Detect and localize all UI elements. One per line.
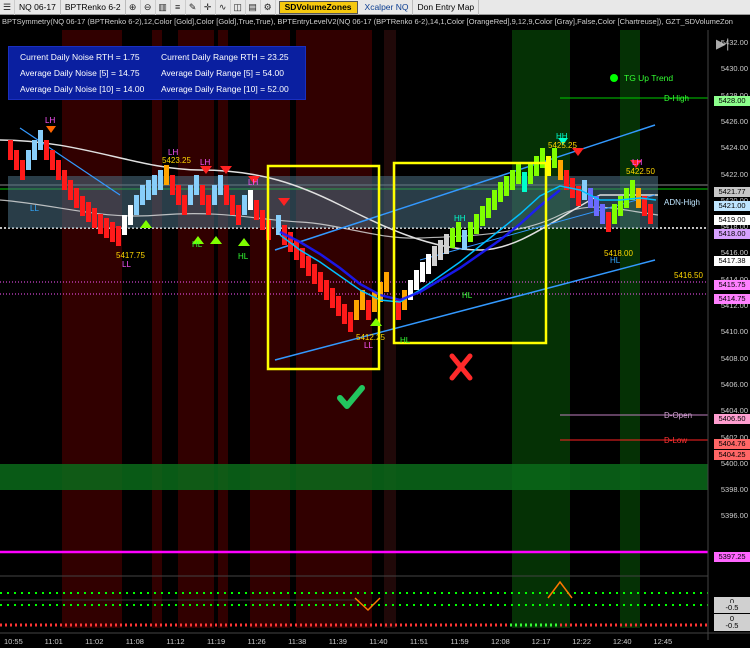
price-axis-label: 5398.00	[720, 485, 748, 495]
time-axis-label: 11:40	[369, 637, 388, 646]
price-5422: 5422.50	[626, 167, 655, 176]
time-axis-label: 12:45	[653, 637, 673, 646]
time-axis-label: 12:22	[572, 637, 592, 646]
stat-range-rth: Current Daily Range RTH = 23.25	[161, 52, 289, 62]
swing-hl: HL	[400, 336, 411, 345]
swing-hh: HH	[556, 132, 568, 141]
price-tag: 5414.75	[714, 294, 750, 304]
price-5423: 5423.25	[162, 156, 191, 165]
price-5417: 5417.75	[116, 251, 145, 260]
swing-hl: HL	[192, 240, 203, 249]
swing-hl: HL	[238, 252, 249, 261]
indicators-icon[interactable]: ∿	[216, 0, 231, 15]
price-axis-label: 5432.00	[720, 38, 748, 47]
zoom-out-icon[interactable]: ⊖	[141, 0, 156, 15]
time-axis-label: 11:12	[166, 637, 185, 646]
time-axis-label: 11:01	[44, 637, 63, 646]
stat-range-10: Average Daily Range [10] = 52.00	[161, 84, 289, 94]
price-tag: -0.5	[714, 603, 750, 613]
swing-ll: LL	[30, 204, 39, 213]
price-5425: 5425.25	[548, 141, 577, 150]
price-tag: 5421.77	[714, 187, 750, 197]
attach-icon[interactable]: ⚙	[261, 0, 276, 15]
d-open-label: D-Open	[664, 411, 693, 420]
time-axis-label: 11:08	[125, 637, 144, 646]
swing-ll: LL	[122, 260, 131, 269]
time-axis-label: 11:19	[206, 637, 226, 646]
swing-lh: LH	[200, 158, 211, 167]
stat-noise-10: Average Daily Noise [10] = 14.00	[20, 84, 145, 94]
time-axis-label: 10:55	[4, 637, 23, 646]
price-tag: 5417.38	[714, 256, 750, 266]
price-axis-label: 5424.00	[720, 143, 748, 153]
price-axis-label: 5408.00	[720, 353, 748, 363]
entry-map-button[interactable]: Don Entry Map	[413, 0, 480, 15]
bar-style-icon[interactable]: ▥	[156, 0, 171, 15]
price-axis-label: 5426.00	[720, 116, 748, 126]
swing-lh: LH	[45, 116, 56, 125]
price-axis-label: 5396.00	[720, 511, 748, 521]
hamburger-icon[interactable]: ☰	[0, 0, 15, 15]
price-tag: 5418.00	[714, 229, 750, 239]
instrument-selector[interactable]: NQ 06-17	[15, 0, 61, 15]
stat-range-5: Average Daily Range [5] = 54.00	[161, 68, 284, 78]
price-chart[interactable]: ▶| TG Up Trend D-High ADN-High D-Open D-…	[0, 15, 750, 648]
time-axis-label: 11:39	[328, 637, 347, 646]
level-5416-label: 5416.50	[674, 271, 703, 280]
price-tag: 5404.76	[714, 439, 750, 449]
time-axis-label: 12:08	[491, 637, 510, 646]
volume-zone	[0, 464, 708, 490]
xcalper-button[interactable]: Xcalper NQ	[361, 0, 414, 15]
indicator-legend: BPTSymmetry(NQ 06-17 (BPTRenko 6-2),12,C…	[2, 17, 733, 26]
stat-noise-rth: Current Daily Noise RTH = 1.75	[20, 52, 140, 62]
drawing-tools-icon[interactable]: ✎	[186, 0, 201, 15]
price-5418: 5418.00	[604, 249, 633, 258]
price-axis-label: 5410.00	[720, 327, 748, 337]
d-low-label: D-Low	[664, 436, 688, 445]
time-axis-label: 11:02	[85, 637, 104, 646]
price-tag: 5404.25	[714, 450, 750, 460]
time-axis-label: 11:51	[409, 637, 429, 646]
price-axis-label: 5400.00	[720, 458, 748, 468]
swing-lh: LH	[632, 158, 643, 167]
price-5412: 5412.25	[356, 333, 385, 342]
price-axis-label: 5406.00	[720, 379, 748, 389]
cross-icon	[449, 353, 473, 381]
bar-type-selector[interactable]: BPTRenko 6-2	[61, 0, 126, 15]
price-tag: 5406.50	[714, 414, 750, 424]
templates-icon[interactable]: ▤	[246, 0, 261, 15]
swing-lh: LH	[248, 178, 259, 187]
d-high-label: D-High	[664, 94, 689, 103]
sd-volume-zones-button[interactable]: SDVolumeZones	[278, 0, 358, 14]
trend-legend: TG Up Trend	[610, 73, 673, 83]
price-axis-label: 5430.00	[720, 64, 748, 74]
properties-icon[interactable]: ≡	[171, 0, 186, 15]
swing-hl: HL	[462, 291, 473, 300]
price-tag: 5428.00	[714, 96, 750, 106]
daily-stats-panel: Current Daily Noise RTH = 1.75 Average D…	[8, 46, 306, 100]
price-tag: 5419.00	[714, 215, 750, 225]
adn-high-label: ADN-High	[664, 198, 701, 207]
trend-label: TG Up Trend	[624, 73, 674, 83]
price-axis-label: 5422.00	[720, 169, 748, 179]
zoom-in-icon[interactable]: ⊕	[126, 0, 141, 15]
time-axis-label: 11:38	[288, 637, 307, 646]
price-tag: 5421.00	[714, 201, 750, 211]
strategies-icon[interactable]: ◫	[231, 0, 246, 15]
trend-dot-icon	[610, 74, 618, 82]
swing-ll: LL	[364, 341, 373, 350]
crosshair-icon[interactable]: ✛	[201, 0, 216, 15]
price-tag: 5397.25	[714, 552, 750, 562]
price-tag: -0.5	[714, 621, 750, 631]
time-axis-label: 12:40	[612, 637, 632, 646]
chart-toolbar: ☰ NQ 06-17 BPTRenko 6-2 ⊕ ⊖ ▥ ≡ ✎ ✛ ∿ ◫ …	[0, 0, 750, 15]
swing-hh: HH	[454, 214, 466, 223]
time-axis-label: 11:26	[247, 637, 266, 646]
stat-noise-5: Average Daily Noise [5] = 14.75	[20, 68, 140, 78]
time-axis-label: 11:59	[450, 637, 469, 646]
time-axis-label: 12:17	[531, 637, 551, 646]
price-tag: 5415.75	[714, 280, 750, 290]
